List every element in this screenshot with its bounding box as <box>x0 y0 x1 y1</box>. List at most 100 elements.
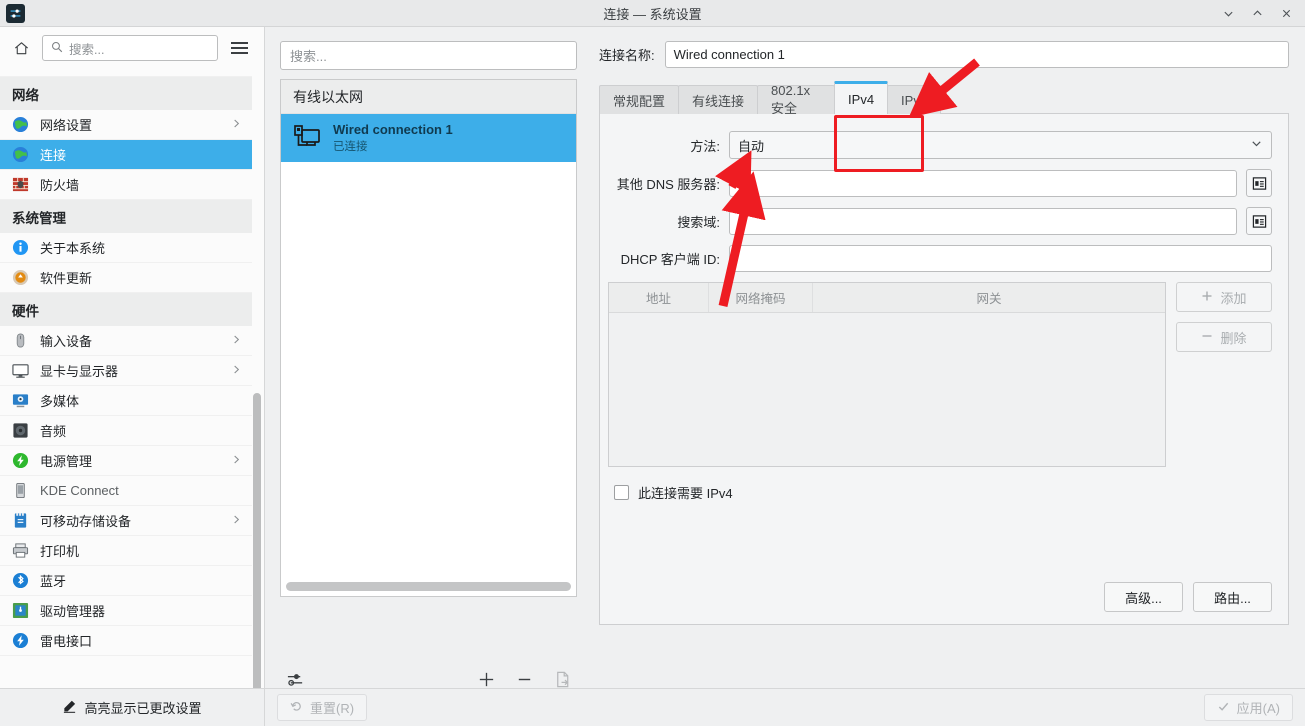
sidebar-section-header: 硬件 <box>0 293 252 326</box>
sidebar-item-0[interactable]: 用户反馈 <box>0 69 252 77</box>
sidebar-item-11[interactable]: 多媒体 <box>0 386 252 416</box>
title-bar: 连接 — 系统设置 <box>0 0 1305 27</box>
require-ipv4-checkbox[interactable] <box>614 485 629 500</box>
window-controls <box>1215 0 1299 27</box>
sidebar-item-label: 多媒体 <box>40 394 80 409</box>
settings-tabbar: 常规配置 有线连接 802.1x 安全 IPv4 IPv6 <box>599 81 1289 114</box>
remove-address-button[interactable]: 删除 <box>1176 322 1272 352</box>
sidebar-list: 用户反馈网络网络设置连接防火墙系统管理关于本系统软件更新硬件输入设备显卡与显示器… <box>0 69 252 656</box>
sidebar-item-17[interactable]: 蓝牙 <box>0 566 252 596</box>
apply-button[interactable]: 应用(A) <box>1203 694 1293 721</box>
sidebar-scrollbar[interactable] <box>253 111 261 688</box>
sidebar-item-18[interactable]: 驱动管理器 <box>0 596 252 626</box>
sidebar-item-16[interactable]: 打印机 <box>0 536 252 566</box>
connection-list-hscrollbar[interactable] <box>286 582 571 591</box>
monitor-icon <box>12 362 30 380</box>
connection-detail-panel: 连接名称: Wired connection 1 常规配置 有线连接 802.1x … <box>591 27 1305 688</box>
method-label: 方法: <box>690 138 720 154</box>
connection-group-header: 有线以太网 <box>281 80 576 114</box>
column-header-netmask[interactable]: 网络掩码 <box>709 283 813 312</box>
column-header-address[interactable]: 地址 <box>609 283 709 312</box>
minus-icon <box>1201 330 1213 345</box>
firewall-icon <box>12 176 30 194</box>
connection-list-item-wired-1[interactable]: Wired connection 1 已连接 <box>281 114 576 162</box>
method-combo[interactable]: 自动 <box>729 131 1272 159</box>
dns-row: 其他 DNS 服务器: <box>608 169 1272 197</box>
chevron-down-icon <box>1250 137 1263 153</box>
window-footer: 重置(R) 应用(A) <box>265 688 1305 726</box>
sidebar-search-input[interactable]: 搜索... <box>42 35 218 61</box>
sidebar-item-14[interactable]: KDE Connect <box>0 476 252 506</box>
connection-list-hscrollbar-thumb[interactable] <box>286 582 571 591</box>
sidebar-item-2[interactable]: 网络设置 <box>0 110 252 140</box>
minimize-icon[interactable] <box>1215 2 1241 26</box>
sidebar-item-9[interactable]: 输入设备 <box>0 326 252 356</box>
tab-ipv6[interactable]: IPv6 <box>887 85 942 114</box>
multimedia-icon <box>12 392 30 410</box>
tab-ipv4[interactable]: IPv4 <box>834 81 889 114</box>
search-domain-input[interactable] <box>729 207 1237 235</box>
sidebar-item-3[interactable]: 连接 <box>0 140 252 170</box>
highlight-changed-settings-button[interactable]: 高亮显示已更改设置 <box>52 694 211 721</box>
sidebar-scrollbar-thumb[interactable] <box>253 393 261 688</box>
chevron-right-icon <box>231 364 242 378</box>
sidebar-item-label: 雷电接口 <box>40 634 93 649</box>
sidebar-item-15[interactable]: 可移动存储设备 <box>0 506 252 536</box>
sidebar-item-12[interactable]: 音频 <box>0 416 252 446</box>
search-domain-label: 搜索域: <box>677 214 720 230</box>
search-icon <box>51 41 63 56</box>
method-row: 方法: 自动 <box>608 131 1272 159</box>
sidebar-item-label: 软件更新 <box>40 271 93 286</box>
printer-icon <box>12 542 30 560</box>
update-icon <box>12 269 30 287</box>
dhcp-client-id-label: DHCP 客户端 ID: <box>620 252 720 267</box>
dhcp-client-id-row: DHCP 客户端 ID: <box>608 245 1272 272</box>
advanced-button[interactable]: 高级... <box>1104 582 1183 612</box>
require-ipv4-row[interactable]: 此连接需要 IPv4 <box>614 483 1272 502</box>
connection-list: 有线以太网 Wired connection 1 已连接 <box>280 79 577 597</box>
sidebar-item-label: 可移动存储设备 <box>40 514 132 529</box>
connection-search-input[interactable]: 搜索... <box>280 41 577 70</box>
ipv4-tab-pane: 方法: 自动 其他 DNS 服务器: 搜索域: DHCP 客户端 ID: 地址 … <box>599 113 1289 625</box>
method-value: 自动 <box>738 138 765 154</box>
reset-button[interactable]: 重置(R) <box>277 694 368 721</box>
tab-常规配置[interactable]: 常规配置 <box>599 85 680 114</box>
connection-name-label: 连接名称: <box>599 48 655 63</box>
connection-name-input[interactable]: Wired connection 1 <box>664 41 1289 68</box>
maximize-icon[interactable] <box>1244 2 1270 26</box>
connection-name-row: 连接名称: Wired connection 1 <box>599 41 1289 68</box>
close-icon[interactable] <box>1273 2 1299 26</box>
address-table: 地址 网络掩码 网关 <box>608 282 1166 467</box>
apply-label: 应用(A) <box>1236 701 1280 716</box>
dns-label: 其他 DNS 服务器: <box>616 176 720 192</box>
dhcp-client-id-input[interactable] <box>729 245 1272 272</box>
address-table-header: 地址 网络掩码 网关 <box>609 283 1165 313</box>
hamburger-menu-icon[interactable] <box>226 35 252 61</box>
phone-icon <box>12 482 30 500</box>
sidebar-item-13[interactable]: 电源管理 <box>0 446 252 476</box>
connection-search-placeholder: 搜索... <box>290 49 327 64</box>
add-address-button[interactable]: 添加 <box>1176 282 1272 312</box>
home-icon[interactable] <box>8 35 34 61</box>
sidebar-item-6[interactable]: 关于本系统 <box>0 233 252 263</box>
column-header-gateway[interactable]: 网关 <box>813 283 1165 312</box>
sidebar-item-19[interactable]: 雷电接口 <box>0 626 252 656</box>
dns-input[interactable] <box>729 169 1237 197</box>
sidebar-item-4[interactable]: 防火墙 <box>0 170 252 200</box>
search-domain-list-edit-icon[interactable] <box>1246 207 1272 235</box>
sidebar-item-7[interactable]: 软件更新 <box>0 263 252 293</box>
routes-button[interactable]: 路由... <box>1193 582 1272 612</box>
sidebar-item-label: KDE Connect <box>40 483 119 498</box>
sidebar-section-header: 系统管理 <box>0 200 252 233</box>
tab-802.1x-安全[interactable]: 802.1x 安全 <box>757 85 836 114</box>
mouse-icon <box>12 332 30 350</box>
sidebar-item-10[interactable]: 显卡与显示器 <box>0 356 252 386</box>
tab-有线连接[interactable]: 有线连接 <box>678 85 759 114</box>
dns-list-edit-icon[interactable] <box>1246 169 1272 197</box>
pen-icon <box>62 699 77 717</box>
info-icon <box>12 239 30 257</box>
remove-address-label: 删除 <box>1220 330 1247 346</box>
chevron-right-icon <box>231 118 242 132</box>
sidebar: 搜索... 用户反馈网络网络设置连接防火墙系统管理关于本系统软件更新硬件输入设备… <box>0 27 265 688</box>
address-table-body <box>609 313 1165 466</box>
